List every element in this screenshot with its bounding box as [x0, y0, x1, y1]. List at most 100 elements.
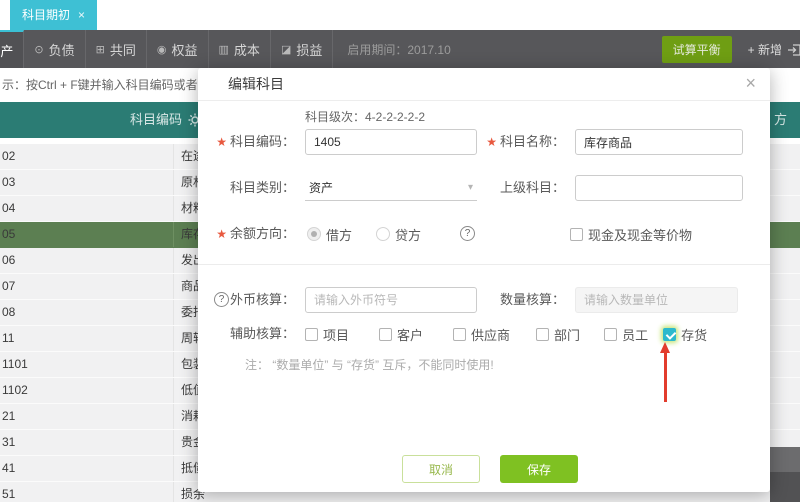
toolbar-tab-共同[interactable]: ⊞ 共同 [86, 30, 147, 68]
row-code: 08 [2, 305, 16, 319]
category-value: 资产 [309, 181, 334, 195]
export-icon[interactable] [787, 42, 800, 58]
row-code: 1102 [2, 383, 28, 397]
row-code: 21 [2, 409, 16, 423]
quantity-label: 数量核算： [499, 292, 565, 307]
mutual-exclusion-note: 注： “数量单位” 与 “存货” 互斥，不能同时使用! [245, 358, 494, 372]
parent-label: 上级科目： [499, 180, 565, 195]
checkbox-icon [453, 327, 467, 341]
toolbar-tab-资产[interactable]: ▤资产 [0, 30, 25, 68]
top-bar: 科目期初 × [0, 0, 800, 30]
radio-debit[interactable]: 借方 [307, 225, 352, 244]
aux-option-label: 客户 [397, 327, 424, 343]
right-strip-block-dark [770, 472, 800, 502]
aux-accounting-label: 辅助核算： [229, 326, 295, 341]
required-star-icon: ★ [486, 135, 497, 149]
radio-credit-label: 贷方 [395, 227, 422, 243]
direction-column-header-partial: 方 [774, 112, 788, 127]
row-code: 03 [2, 175, 16, 189]
quantity-input[interactable] [575, 287, 738, 313]
toolbar-tab-损益[interactable]: ◪ 损益 [271, 30, 334, 68]
modal-header: 编辑科目 × [198, 68, 770, 101]
right-strip-block [770, 447, 800, 472]
row-code: 05 [2, 227, 16, 241]
direction-label: ★ 余额方向： [216, 226, 295, 241]
page-tab-label: 科目期初 [22, 8, 71, 22]
aux-option-供应商[interactable]: 供应商 [453, 325, 510, 344]
aux-option-label: 项目 [323, 327, 350, 343]
toolbar-tab-label: 损益 [296, 42, 323, 58]
aux-option-label: 供应商 [471, 327, 511, 343]
row-code: 07 [2, 279, 16, 293]
cost-icon: ▥ [218, 43, 229, 56]
toolbar-tab-label: 成本 [233, 42, 260, 58]
aux-option-label: 存货 [681, 327, 708, 343]
category-label: 科目类别： [229, 180, 295, 195]
radio-unselected-icon [376, 227, 391, 241]
row-code: 31 [2, 435, 16, 449]
toolbar-tab-权益[interactable]: ◉ 权益 [147, 30, 209, 68]
toolbar-tabs: ▤资产 ⊙ 负债 ⊞ 共同 ◉ 权益 ▥ 成本 ◪ 损益 [0, 30, 334, 68]
required-star-icon: ★ [216, 227, 227, 241]
toolbar-tab-label: 负债 [48, 42, 75, 58]
page-tab-subject-opening[interactable]: 科目期初 × [10, 0, 98, 30]
toolbar-tab-label: 资产 [0, 43, 14, 59]
radio-credit[interactable]: 贷方 [376, 225, 421, 244]
enable-period-label: 启用期间：2017.10 [347, 42, 451, 57]
row-code: 02 [2, 149, 16, 163]
save-button[interactable]: 保存 [500, 455, 578, 483]
tab-close-icon[interactable]: × [78, 0, 85, 30]
radio-debit-label: 借方 [326, 227, 353, 243]
aux-option-员工[interactable]: 员工 [604, 325, 648, 344]
common-icon: ⊞ [95, 43, 105, 56]
toolbar-tab-label: 权益 [171, 42, 198, 58]
red-arrow-annotation [659, 342, 671, 405]
cancel-button[interactable]: 取消 [402, 455, 480, 483]
aux-option-客户[interactable]: 客户 [379, 325, 423, 344]
checkbox-icon [570, 227, 583, 241]
direction-radio-group: 借方 贷方 [307, 220, 421, 248]
subject-level-text: 科目级次：4-2-2-2-2-2 [305, 110, 426, 124]
liability-icon: ⊙ [34, 43, 44, 56]
code-column-header: 科目编码 [130, 112, 183, 127]
equity-icon: ◉ [156, 43, 167, 56]
row-code: 06 [2, 253, 16, 267]
cash-equivalent-checkbox[interactable]: 现金及现金等价物 [570, 220, 692, 248]
checkbox-checked-icon [663, 327, 677, 341]
aux-options: 项目 客户 供应商 部门 员工 存货 [305, 324, 707, 344]
required-star-icon: ★ [216, 135, 227, 149]
row-code: 11 [2, 331, 15, 345]
modal-title: 编辑科目 [228, 76, 284, 92]
checkbox-icon [379, 327, 393, 341]
edit-subject-modal: 编辑科目 × 科目级次：4-2-2-2-2-2 ★科目编码： ★科目名称： 科目… [198, 68, 770, 492]
trial-balance-button[interactable]: 试算平衡 [661, 35, 732, 63]
row-code: 51 [2, 487, 16, 501]
aux-option-部门[interactable]: 部门 [536, 325, 580, 344]
profit-icon: ◪ [280, 43, 292, 56]
aux-option-存货[interactable]: 存货 [663, 325, 707, 344]
radio-selected-icon [307, 227, 321, 241]
add-new-button[interactable]: + 新增 [748, 41, 782, 58]
foreign-currency-label: 外币核算： [229, 292, 295, 307]
cash-equivalent-label: 现金及现金等价物 [588, 227, 693, 243]
parent-input[interactable] [575, 175, 743, 201]
help-icon[interactable]: ? [460, 226, 475, 241]
checkbox-icon [604, 327, 618, 341]
name-label: ★ 科目名称： [486, 134, 565, 149]
toolbar-tab-负债[interactable]: ⊙ 负债 [24, 30, 86, 68]
aux-option-label: 部门 [554, 327, 581, 343]
modal-close-icon[interactable]: × [745, 73, 756, 93]
aux-option-项目[interactable]: 项目 [305, 325, 349, 344]
checkbox-icon [305, 327, 318, 341]
name-input[interactable] [575, 129, 743, 155]
row-code: 04 [2, 201, 16, 215]
checkbox-icon [536, 327, 550, 341]
toolbar-tab-成本[interactable]: ▥ 成本 [209, 30, 271, 68]
toolbar-tab-label: 共同 [109, 42, 136, 58]
row-code: 1101 [2, 357, 28, 371]
category-toolbar: ▤资产 ⊙ 负债 ⊞ 共同 ◉ 权益 ▥ 成本 ◪ 损益 启用期间：2017.10 试算平衡 + 新… [0, 30, 800, 68]
row-code: 41 [2, 461, 16, 475]
section-divider [198, 264, 770, 265]
code-label: ★ 科目编码： [216, 134, 295, 149]
aux-option-label: 员工 [622, 327, 649, 343]
